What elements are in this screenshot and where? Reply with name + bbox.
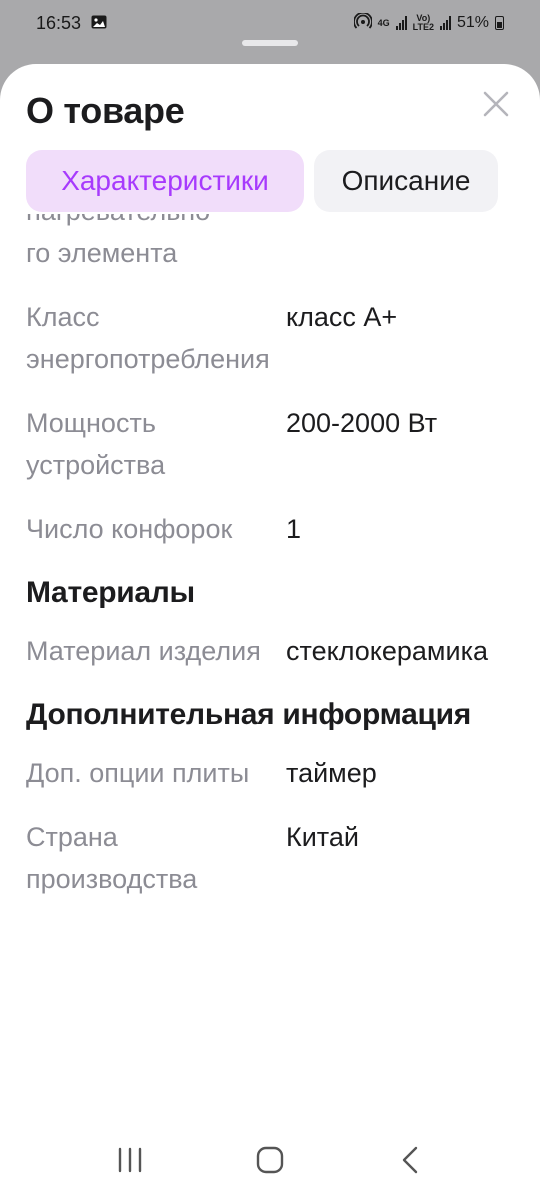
spec-label: Число конфорок: [26, 514, 233, 544]
hotspot-icon: [352, 11, 373, 34]
list-item: Класс энергопотребления класс A+: [26, 296, 516, 380]
network-type-label: 4G: [377, 17, 390, 28]
volte-label: Vo) LTE2: [413, 14, 434, 32]
close-icon: [483, 91, 509, 117]
spec-label: Класс энергопотребления: [26, 302, 270, 374]
spec-label: Материал изделия: [26, 636, 261, 666]
status-right: 4G Vo) LTE2 51%: [352, 11, 504, 34]
recent-apps-icon: [118, 1147, 142, 1173]
battery-icon: [495, 16, 504, 30]
spec-value: 1: [286, 514, 302, 544]
list-item: Мощность устройства 200-2000 Вт: [26, 402, 516, 486]
volte-bottom: LTE2: [412, 22, 434, 32]
gallery-notification-icon: [91, 13, 107, 34]
signal-strength-icon-2: [439, 16, 451, 30]
partial-label-bottom: го элемента: [26, 238, 178, 268]
sheet-title: О товаре: [26, 90, 185, 131]
recent-apps-button[interactable]: [100, 1130, 160, 1190]
spec-value: Китай: [286, 822, 359, 852]
system-nav-bar: [0, 1120, 540, 1200]
spec-value: таймер: [286, 758, 377, 788]
section-heading-materials: Материалы: [26, 576, 195, 609]
spec-label: Мощность устройства: [26, 408, 166, 480]
spec-label: Страна производства: [26, 822, 198, 894]
home-icon: [256, 1146, 284, 1174]
section-heading-extra: Дополнительная информация: [26, 698, 471, 731]
sheet-drag-handle[interactable]: [242, 40, 298, 46]
tab-characteristics[interactable]: Характеристики: [26, 150, 304, 212]
partial-label-top: нагревательно: [26, 214, 286, 232]
tab-bar: Характеристики Описание: [26, 150, 498, 212]
list-item: Число конфорок 1: [26, 508, 516, 550]
back-icon: [402, 1146, 418, 1174]
spec-value: 200-2000 Вт: [286, 408, 438, 438]
home-button[interactable]: [240, 1130, 300, 1190]
signal-strength-icon: [395, 16, 407, 30]
list-item: Страна производства Китай: [26, 816, 516, 900]
spec-value: класс A+: [286, 302, 398, 332]
back-button[interactable]: [380, 1130, 440, 1190]
list-item: Материал изделия стеклокерамика: [26, 630, 516, 672]
list-item: Доп. опции плиты таймер: [26, 752, 516, 794]
close-button[interactable]: [476, 84, 516, 124]
product-info-sheet: О товаре Характеристики Описание нагрева…: [0, 64, 540, 1200]
spec-value: стеклокерамика: [286, 636, 488, 666]
status-left: 16:53: [36, 13, 107, 34]
spec-label: Доп. опции плиты: [26, 758, 250, 788]
status-time: 16:53: [36, 12, 82, 33]
tab-description[interactable]: Описание: [314, 150, 498, 212]
list-item: нагревательно го элемента: [26, 214, 516, 274]
characteristics-list: нагревательно го элемента Класс энергопо…: [0, 214, 540, 1114]
battery-percent: 51%: [456, 14, 489, 31]
